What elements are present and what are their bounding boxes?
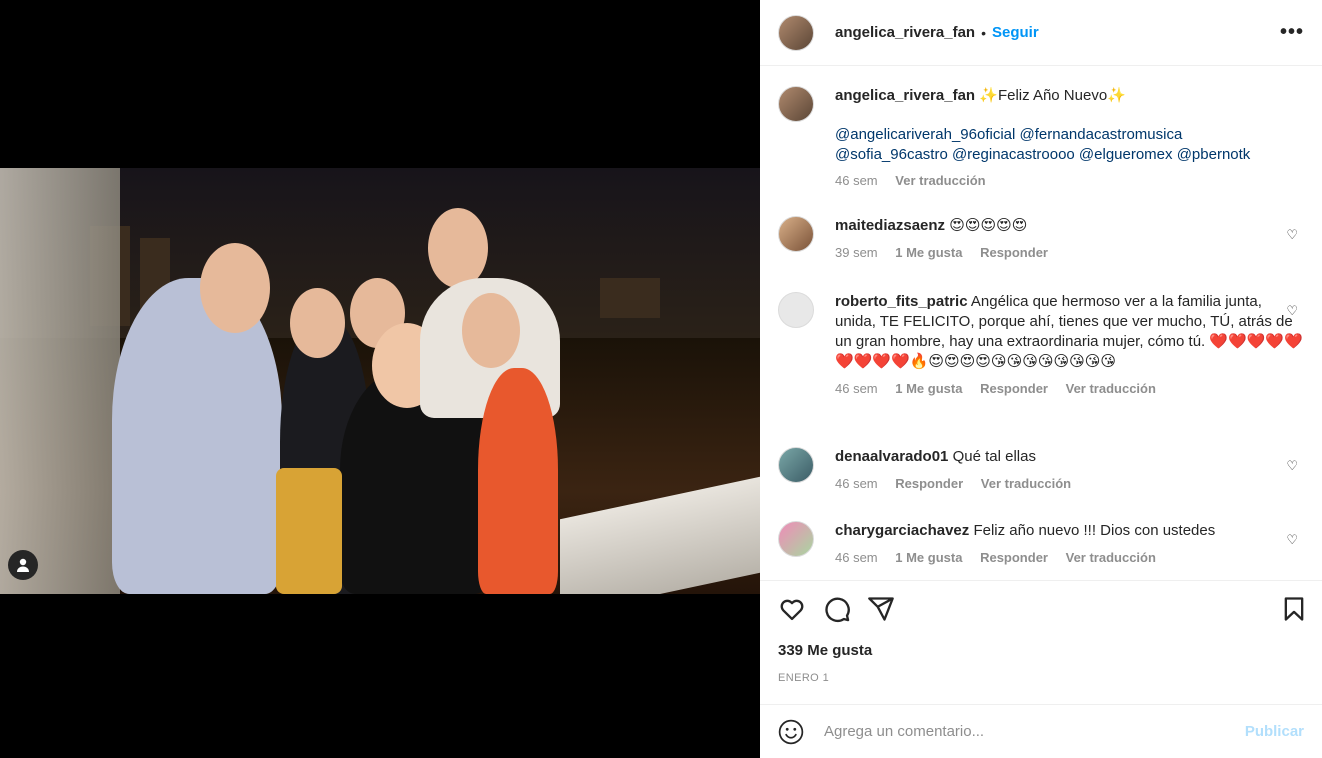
- photo-rail: [0, 168, 120, 594]
- translate-button[interactable]: Ver traducción: [1066, 381, 1156, 396]
- heart-icon[interactable]: [778, 595, 806, 623]
- avatar[interactable]: [778, 292, 814, 328]
- comment-time[interactable]: 39 sem: [835, 245, 878, 260]
- comment-heart-icon[interactable]: ♡: [1286, 532, 1298, 548]
- comment-username[interactable]: denaalvarado01: [835, 448, 948, 465]
- photo-face: [290, 288, 345, 358]
- comment-text: Qué tal ellas: [952, 448, 1036, 465]
- caption-mentions-1[interactable]: @angelicariverah_96oficial @fernandacast…: [835, 125, 1304, 145]
- photo-face: [462, 293, 520, 368]
- media-panel: [0, 0, 760, 758]
- caption-text: ✨Feliz Año Nuevo✨: [979, 87, 1126, 104]
- reply-button[interactable]: Responder: [980, 381, 1048, 396]
- comment-username[interactable]: roberto_fits_patric: [835, 293, 968, 310]
- photo-building: [600, 278, 660, 318]
- details-panel: angelica_rivera_fan • Seguir ••• angelic…: [760, 0, 1322, 758]
- comment-heart-icon[interactable]: ♡: [1286, 458, 1298, 474]
- publish-button[interactable]: Publicar: [1245, 723, 1304, 740]
- comment-text: Feliz año nuevo !!! Dios con ustedes: [973, 522, 1216, 539]
- share-icon[interactable]: [867, 595, 895, 623]
- comment-time[interactable]: 46 sem: [835, 476, 878, 491]
- avatar[interactable]: [778, 216, 814, 252]
- photo-person: [112, 278, 282, 594]
- avatar[interactable]: [778, 14, 814, 51]
- photo-face: [200, 243, 270, 333]
- add-comment-bar: Publicar: [760, 704, 1322, 758]
- caption-mentions-2[interactable]: @sofia_96castro @reginacastroooo @elguer…: [835, 145, 1304, 165]
- follow-button[interactable]: Seguir: [992, 24, 1039, 41]
- photo-face: [428, 208, 488, 288]
- comment-likes[interactable]: 1 Me gusta: [895, 381, 962, 396]
- comment-heart-icon[interactable]: ♡: [1286, 227, 1298, 243]
- comment-input[interactable]: [822, 722, 1245, 741]
- comment: denaalvarado01 Qué tal ellas 46 sem Resp…: [778, 447, 1304, 494]
- post-photo[interactable]: [0, 168, 760, 594]
- user-tag-icon[interactable]: [8, 550, 38, 580]
- caption: angelica_rivera_fan ✨Feliz Año Nuevo✨ @a…: [778, 86, 1304, 191]
- reply-button[interactable]: Responder: [980, 550, 1048, 565]
- translate-button[interactable]: Ver traducción: [895, 173, 985, 188]
- comment-username[interactable]: maitediazsaenz: [835, 217, 945, 234]
- caption-username[interactable]: angelica_rivera_fan: [835, 87, 975, 104]
- photo-person: [478, 368, 558, 594]
- bookmark-icon[interactable]: [1280, 595, 1308, 623]
- comment-likes[interactable]: 1 Me gusta: [895, 245, 962, 260]
- comment: roberto_fits_patric Angélica que hermoso…: [778, 292, 1304, 399]
- post-username[interactable]: angelica_rivera_fan: [835, 24, 975, 41]
- caption-time[interactable]: 46 sem: [835, 173, 878, 188]
- reply-button[interactable]: Responder: [895, 476, 963, 491]
- translate-button[interactable]: Ver traducción: [981, 476, 1071, 491]
- reply-button[interactable]: Responder: [980, 245, 1048, 260]
- comment: charygarciachavez Feliz año nuevo !!! Di…: [778, 521, 1304, 568]
- comment-username[interactable]: charygarciachavez: [835, 522, 969, 539]
- comment-heart-icon[interactable]: ♡: [1286, 303, 1298, 319]
- comment-likes[interactable]: 1 Me gusta: [895, 550, 962, 565]
- comments-list[interactable]: angelica_rivera_fan ✨Feliz Año Nuevo✨ @a…: [760, 67, 1322, 581]
- comment-text: 😍😍😍😍😍: [949, 217, 1028, 234]
- avatar[interactable]: [778, 447, 814, 483]
- separator-dot: •: [981, 24, 986, 41]
- more-icon[interactable]: •••: [1280, 21, 1304, 44]
- comment: maitediazsaenz 😍😍😍😍😍 39 sem 1 Me gusta R…: [778, 216, 1304, 263]
- photo-vase: [276, 468, 342, 594]
- comment-time[interactable]: 46 sem: [835, 550, 878, 565]
- avatar[interactable]: [778, 521, 814, 557]
- translate-button[interactable]: Ver traducción: [1066, 550, 1156, 565]
- comment-icon[interactable]: [823, 595, 851, 623]
- comment-time[interactable]: 46 sem: [835, 381, 878, 396]
- avatar[interactable]: [778, 86, 814, 122]
- emoji-icon[interactable]: [778, 719, 804, 745]
- likes-count[interactable]: 339 Me gusta: [778, 642, 872, 659]
- action-bar: [760, 581, 1322, 637]
- post-date: ENERO 1: [778, 672, 830, 684]
- post-header: angelica_rivera_fan • Seguir •••: [760, 0, 1322, 66]
